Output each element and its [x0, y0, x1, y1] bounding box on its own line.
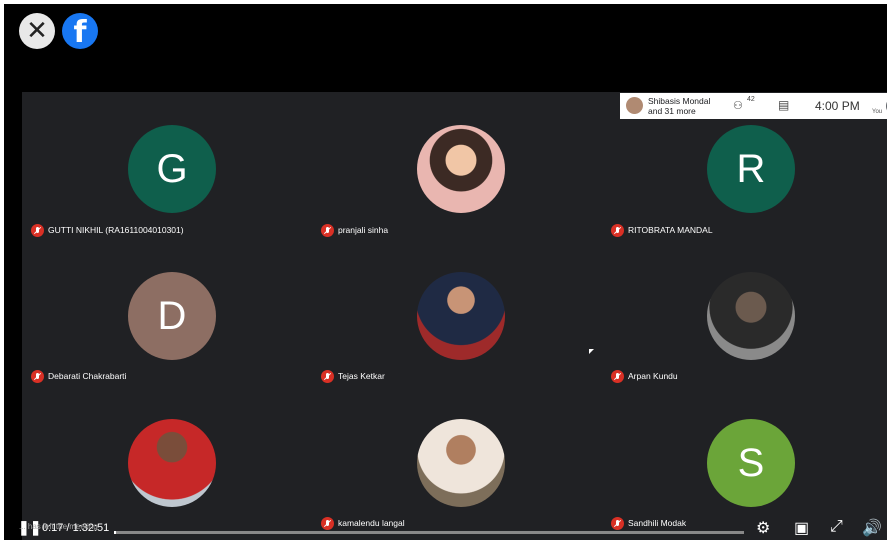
left-meeting-notice: ... has left the meeting: [19, 522, 98, 531]
host-name-line1: Shibasis Mondal: [648, 96, 711, 106]
meeting-grid: Shibasis Mondal and 31 more ⚇ 42 ▤ 4:00 …: [22, 92, 887, 540]
mic-off-icon: [31, 224, 44, 237]
fullscreen-icon[interactable]: ⤢: [830, 518, 843, 536]
meet-top-bar: Shibasis Mondal and 31 more ⚇ 42 ▤ 4:00 …: [620, 93, 887, 119]
progress-bar[interactable]: [114, 531, 744, 534]
participant-label: pranjali sinha: [321, 224, 388, 237]
player-controls: ❚❚ 0:17 / 1:32:51 ⚙ ▣ ⤢ 🔊: [4, 512, 887, 540]
participant-name: RITOBRATA MANDAL: [628, 224, 713, 235]
chat-icon[interactable]: ▤: [778, 98, 789, 112]
participant-tile: G GUTTI NIKHIL (RA1611004010301): [27, 122, 317, 242]
people-icon[interactable]: ⚇: [733, 99, 743, 112]
avatar: [417, 272, 505, 360]
participant-tile: R RITOBRATA MANDAL: [607, 122, 887, 242]
close-icon[interactable]: ✕: [19, 13, 55, 49]
participant-label: Arpan Kundu: [611, 370, 678, 383]
participant-tile: Arpan Kundu: [607, 269, 887, 389]
participant-label: Tejas Ketkar: [321, 370, 385, 383]
people-count: 42: [747, 96, 755, 103]
host-name: Shibasis Mondal and 31 more: [648, 96, 728, 116]
mic-off-icon: [31, 370, 44, 383]
avatar: [128, 419, 216, 507]
avatar: G: [128, 125, 216, 213]
participant-label: GUTTI NIKHIL (RA1611004010301): [31, 224, 184, 237]
participant-name: Arpan Kundu: [628, 370, 678, 381]
mic-off-icon: [321, 224, 334, 237]
participant-tile: Tejas Ketkar: [317, 269, 607, 389]
participant-name: Debarati Chakrabarti: [48, 370, 127, 381]
you-label: You: [872, 109, 883, 115]
progress-fill: [114, 531, 116, 534]
volume-icon[interactable]: 🔊: [862, 518, 882, 538]
video-player: ✕ f Shibasis Mondal and 31 more ⚇ 42 ▤ 4…: [4, 4, 887, 540]
avatar: [417, 419, 505, 507]
settings-icon[interactable]: ⚙: [756, 518, 770, 538]
participant-label: Debarati Chakrabarti: [31, 370, 126, 383]
avatar: [626, 97, 643, 114]
avatar: S: [707, 419, 795, 507]
avatar[interactable]: I: [886, 97, 887, 115]
avatar: D: [128, 272, 216, 360]
participant-label: RITOBRATA MANDAL: [611, 224, 713, 237]
avatar: [707, 272, 795, 360]
participant-tile: pranjali sinha: [317, 122, 607, 242]
player-top-bar: ✕ f: [4, 4, 887, 92]
mic-off-icon: [321, 370, 334, 383]
picture-in-picture-icon[interactable]: ▣: [794, 518, 809, 538]
participant-name: GUTTI NIKHIL (RA1611004010301): [48, 224, 184, 235]
mic-off-icon: [611, 224, 624, 237]
participant-name: Tejas Ketkar: [338, 370, 385, 381]
participant-name: pranjali sinha: [338, 224, 389, 235]
mouse-cursor: [589, 349, 594, 354]
mic-off-icon: [611, 370, 624, 383]
avatar: R: [707, 125, 795, 213]
avatar: [417, 125, 505, 213]
clock: 4:00 PM: [815, 99, 860, 113]
facebook-logo: f: [62, 13, 98, 50]
host-name-line2: and 31 more: [648, 106, 696, 116]
participant-tile: D Debarati Chakrabarti: [27, 269, 317, 389]
